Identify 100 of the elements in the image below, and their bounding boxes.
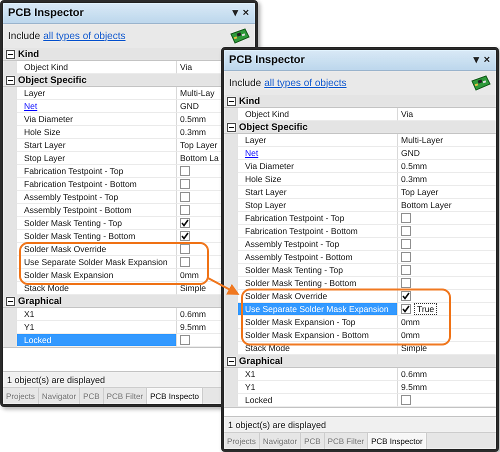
checkbox[interactable] bbox=[401, 239, 411, 249]
property-value[interactable]: GND bbox=[177, 100, 221, 113]
property-label[interactable]: Solder Mask Expansion bbox=[17, 269, 177, 282]
property-label[interactable]: Via Diameter bbox=[238, 160, 398, 173]
property-value[interactable]: GND bbox=[398, 147, 496, 160]
collapse-icon[interactable] bbox=[6, 76, 15, 84]
property-link[interactable]: Net bbox=[238, 147, 398, 160]
panel-menu-button[interactable]: ▾ bbox=[472, 54, 482, 66]
checkbox[interactable] bbox=[401, 213, 411, 223]
property-label[interactable]: Assembly Testpoint - Bottom bbox=[17, 204, 177, 217]
property-value[interactable]: 0.3mm bbox=[177, 126, 221, 139]
property-value[interactable]: 0mm bbox=[177, 269, 221, 282]
checkbox[interactable] bbox=[401, 226, 411, 236]
property-label[interactable]: Hole Size bbox=[238, 173, 398, 186]
property-label[interactable]: X1 bbox=[17, 308, 177, 321]
property-label[interactable]: Stop Layer bbox=[17, 152, 177, 165]
panel-menu-button[interactable]: ▾ bbox=[230, 8, 241, 18]
property-label[interactable]: Fabrication Testpoint - Top bbox=[238, 212, 398, 225]
property-value[interactable]: 9.5mm bbox=[398, 381, 496, 394]
property-label[interactable]: Y1 bbox=[17, 321, 177, 334]
checkbox[interactable] bbox=[180, 192, 190, 202]
property-label[interactable]: Y1 bbox=[238, 381, 398, 394]
property-label[interactable]: Assembly Testpoint - Bottom bbox=[238, 251, 398, 264]
collapse-icon[interactable] bbox=[227, 122, 236, 132]
collapse-icon[interactable] bbox=[6, 296, 15, 306]
panel-tab[interactable]: Projects bbox=[224, 433, 260, 449]
collapse-icon[interactable] bbox=[6, 50, 15, 58]
checkbox[interactable] bbox=[401, 304, 411, 314]
property-value[interactable]: Top Layer bbox=[398, 186, 496, 199]
checkbox[interactable] bbox=[180, 166, 190, 176]
property-value[interactable]: 0.6mm bbox=[177, 308, 221, 321]
checkbox[interactable] bbox=[180, 244, 190, 254]
panel-tab[interactable]: PCB Inspecto bbox=[147, 388, 203, 404]
property-value[interactable]: 0.5mm bbox=[177, 113, 221, 126]
collapse-icon[interactable] bbox=[227, 356, 236, 366]
property-value[interactable]: Bottom Layer bbox=[398, 199, 496, 212]
panel-tab[interactable]: PCB Inspector bbox=[368, 433, 427, 449]
property-value[interactable]: Multi-Lay bbox=[177, 87, 221, 100]
property-label[interactable]: Solder Mask Tenting - Bottom bbox=[238, 277, 398, 290]
property-label[interactable]: Layer bbox=[238, 134, 398, 147]
property-value[interactable]: 9.5mm bbox=[177, 321, 221, 334]
section-header[interactable]: Object Specific bbox=[224, 121, 496, 134]
property-label[interactable]: Solder Mask Tenting - Top bbox=[238, 264, 398, 277]
property-label[interactable]: Layer bbox=[17, 87, 177, 100]
checkbox[interactable] bbox=[401, 252, 411, 262]
checkbox[interactable] bbox=[401, 278, 411, 288]
property-label[interactable]: Solder Mask Expansion - Bottom bbox=[238, 329, 398, 342]
property-label[interactable]: Solder Mask Tenting - Bottom bbox=[17, 230, 177, 243]
object-types-link[interactable]: all types of objects bbox=[264, 78, 347, 88]
property-label[interactable]: Stop Layer bbox=[238, 199, 398, 212]
checkbox[interactable] bbox=[180, 179, 190, 189]
property-value[interactable]: Via bbox=[177, 61, 221, 74]
checkbox[interactable] bbox=[180, 205, 190, 215]
property-label[interactable]: Solder Mask Tenting - Top bbox=[17, 217, 177, 230]
property-label[interactable]: Fabrication Testpoint - Top bbox=[17, 165, 177, 178]
property-label[interactable]: Object Kind bbox=[238, 108, 398, 121]
property-link[interactable]: Net bbox=[17, 100, 177, 113]
checkbox[interactable] bbox=[401, 395, 411, 405]
checkbox[interactable] bbox=[180, 218, 190, 228]
checkbox[interactable] bbox=[180, 257, 190, 267]
section-header[interactable]: Graphical bbox=[224, 355, 496, 368]
property-value[interactable]: 0.6mm bbox=[398, 368, 496, 381]
property-value[interactable]: 0.5mm bbox=[398, 160, 496, 173]
property-label[interactable]: Object Kind bbox=[17, 61, 177, 74]
checkbox[interactable] bbox=[180, 231, 190, 241]
property-value[interactable]: 0mm bbox=[398, 329, 496, 342]
property-value[interactable] bbox=[177, 217, 221, 230]
property-label[interactable]: Assembly Testpoint - Top bbox=[238, 238, 398, 251]
collapse-icon[interactable] bbox=[227, 96, 236, 106]
property-value[interactable] bbox=[177, 230, 221, 243]
property-label[interactable]: Solder Mask Override bbox=[17, 243, 177, 256]
checkbox[interactable] bbox=[401, 291, 411, 301]
section-header[interactable]: Kind bbox=[224, 95, 496, 108]
property-label[interactable]: Hole Size bbox=[17, 126, 177, 139]
property-label[interactable]: Fabrication Testpoint - Bottom bbox=[17, 178, 177, 191]
property-label[interactable]: Solder Mask Expansion - Top bbox=[238, 316, 398, 329]
property-value[interactable]: Top Layer bbox=[177, 139, 221, 152]
property-label[interactable]: X1 bbox=[238, 368, 398, 381]
section-header[interactable]: Kind bbox=[3, 48, 221, 61]
property-label[interactable]: Start Layer bbox=[17, 139, 177, 152]
property-label[interactable]: Use Separate Solder Mask Expansion bbox=[17, 256, 177, 269]
property-value[interactable]: Bottom La bbox=[177, 152, 221, 165]
close-button[interactable]: × bbox=[482, 54, 492, 66]
property-label[interactable]: Locked bbox=[238, 394, 398, 407]
property-label[interactable]: Assembly Testpoint - Top bbox=[17, 191, 177, 204]
property-value[interactable]: True bbox=[398, 303, 496, 316]
property-label[interactable]: Start Layer bbox=[238, 186, 398, 199]
checkbox[interactable] bbox=[180, 335, 190, 345]
property-label[interactable]: Solder Mask Override bbox=[238, 290, 398, 303]
value-editor[interactable]: True bbox=[414, 303, 438, 315]
property-label[interactable]: Via Diameter bbox=[17, 113, 177, 126]
section-header[interactable]: Object Specific bbox=[3, 74, 221, 87]
checkbox[interactable] bbox=[401, 265, 411, 275]
property-value[interactable]: 0mm bbox=[398, 316, 496, 329]
section-header[interactable]: Graphical bbox=[3, 295, 221, 308]
property-label[interactable]: Fabrication Testpoint - Bottom bbox=[238, 225, 398, 238]
close-button[interactable]: × bbox=[240, 8, 251, 18]
property-value[interactable]: Multi-Layer bbox=[398, 134, 496, 147]
panel-tab[interactable]: Projects bbox=[3, 388, 39, 404]
property-value[interactable]: Via bbox=[398, 108, 496, 121]
